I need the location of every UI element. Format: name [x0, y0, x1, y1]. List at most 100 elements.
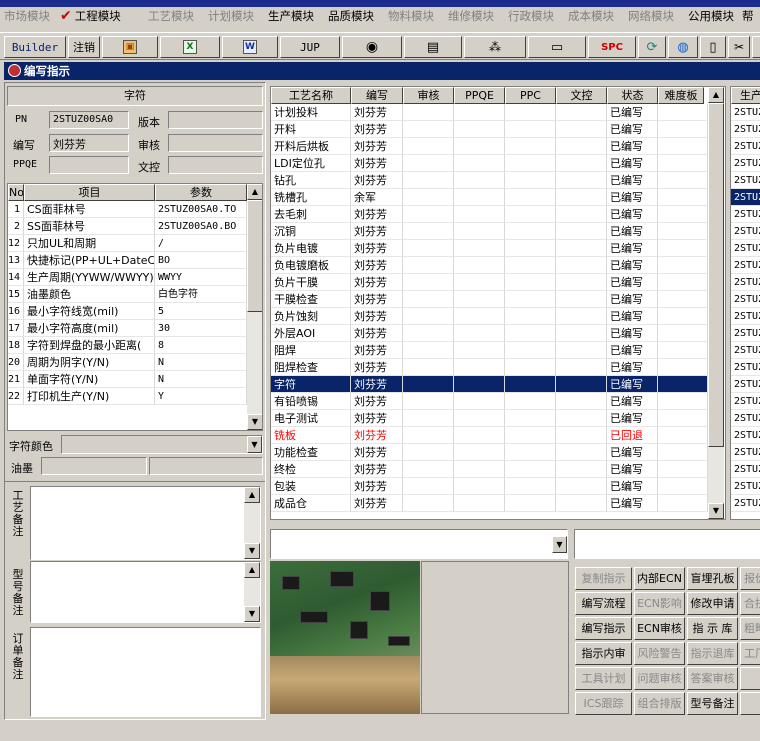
action-button[interactable]: 工具计划 [575, 667, 632, 690]
production-list-item[interactable]: 2STUZ [731, 478, 760, 495]
browser-button[interactable]: ◍ [668, 36, 698, 58]
production-list-header[interactable]: 生产 [731, 87, 760, 104]
action-button[interactable]: 指示内审 [575, 642, 632, 665]
menu-item[interactable]: 品质模块 [328, 8, 374, 24]
action-button[interactable]: 粗略 [740, 617, 760, 640]
process-notes-memo[interactable]: ▲ ▼ [30, 486, 261, 560]
chevron-down-icon[interactable]: ▼ [247, 436, 262, 453]
process-row[interactable]: 负片蚀刻 刘芬芳 已编写 [271, 308, 708, 325]
params-row[interactable]: 1 CS面菲林号 2STUZ00SA0.TO [8, 201, 247, 218]
process-header-ppc[interactable]: PPC [505, 87, 556, 104]
process-row[interactable]: 开料 刘芬芳 已编写 [271, 121, 708, 138]
production-list-item[interactable]: 2STUZ [731, 155, 760, 172]
process-row[interactable]: 有铅喷锡 刘芬芳 已编写 [271, 393, 708, 410]
production-list-item[interactable]: 2STUZ [731, 495, 760, 512]
process-header-control[interactable]: 文控 [556, 87, 607, 104]
ink-field[interactable] [41, 457, 147, 475]
menu-item[interactable]: 计划模块 [208, 8, 254, 24]
production-list-item[interactable]: 2STUZ [731, 393, 760, 410]
production-list-item[interactable]: 2STUZ [731, 308, 760, 325]
scroll-up-icon[interactable]: ▲ [247, 184, 262, 200]
production-list-item[interactable]: 2STUZ [731, 189, 760, 206]
action-button[interactable]: 编写流程 [575, 592, 632, 615]
action-button[interactable] [740, 692, 760, 715]
menu-item[interactable]: 市场模块 [4, 8, 50, 24]
production-list-item[interactable]: 2STUZ [731, 223, 760, 240]
scroll-down-icon[interactable]: ▼ [244, 543, 260, 559]
params-row[interactable]: 14 生产周期(YYWW/WWYY) WWYY [8, 269, 247, 286]
model-notes-scrollbar[interactable]: ▲ ▼ [244, 562, 260, 622]
scroll-down-icon[interactable]: ▼ [244, 606, 260, 622]
process-row[interactable]: 沉铜 刘芬芳 已编写 [271, 223, 708, 240]
production-list-item[interactable]: 2STUZ [731, 444, 760, 461]
scroll-up-icon[interactable]: ▲ [708, 87, 724, 103]
action-button[interactable]: 答案审核 [687, 667, 738, 690]
process-row[interactable]: 外层AOI 刘芬芳 已编写 [271, 325, 708, 342]
refresh-button[interactable]: ⟳ [638, 36, 666, 58]
process-row[interactable]: 计划投料 刘芬芳 已编写 [271, 104, 708, 121]
production-list-item[interactable]: 2STUZ [731, 342, 760, 359]
action-button[interactable]: 组合排版 [634, 692, 685, 715]
menu-item[interactable]: ✔ 工程模块 [60, 8, 121, 24]
process-row[interactable]: 电子测试 刘芬芳 已编写 [271, 410, 708, 427]
params-header-item[interactable]: 项目 [24, 184, 155, 201]
logout-button[interactable]: 注销 [68, 36, 100, 58]
params-row[interactable]: 13 快捷标记(PP+UL+DateCo BO [8, 252, 247, 269]
params-grid[interactable]: No 项目 参数 1 CS面菲林号 2STUZ00SA0.TO 2 SS面菲林号 2STU… [7, 183, 263, 431]
action-button[interactable]: 内部ECN [634, 567, 685, 590]
ppqe-field[interactable] [49, 156, 129, 174]
action-button[interactable]: 型号备注 [687, 692, 738, 715]
scroll-up-icon[interactable]: ▲ [244, 562, 260, 578]
process-header-ppqe[interactable]: PPQE [454, 87, 505, 104]
scroll-thumb[interactable] [247, 200, 262, 312]
menu-item[interactable]: 维修模块 [448, 8, 494, 24]
action-button[interactable]: ICS跟踪 [575, 692, 632, 715]
params-header-value[interactable]: 参数 [155, 184, 247, 201]
production-list-item[interactable]: 2STUZ [731, 257, 760, 274]
order-notes-memo[interactable] [30, 627, 261, 717]
process-scrollbar[interactable]: ▲ ▼ [708, 87, 724, 519]
process-row[interactable]: 负片干膜 刘芬芳 已编写 [271, 274, 708, 291]
production-list-item[interactable]: 2STUZ [731, 138, 760, 155]
process-notes-scrollbar[interactable]: ▲ ▼ [244, 487, 260, 559]
action-button[interactable]: 修改申请 [687, 592, 738, 615]
production-list-item[interactable]: 2STUZ [731, 206, 760, 223]
menu-item[interactable]: 成本模块 [568, 8, 614, 24]
process-header-name[interactable]: 工艺名称 [271, 87, 351, 104]
process-row[interactable]: 功能检查 刘芬芳 已编写 [271, 444, 708, 461]
params-row[interactable]: 16 最小字符线宽(mil) 5 [8, 303, 247, 320]
production-list-item[interactable]: 2STUZ [731, 359, 760, 376]
params-row[interactable]: 22 打印机生产(Y/N) Y [8, 388, 247, 405]
process-row[interactable]: 阻焊检查 刘芬芳 已编写 [271, 359, 708, 376]
menu-item[interactable]: 帮 [742, 8, 754, 24]
params-row[interactable]: 12 只加UL和周期 / [8, 235, 247, 252]
scroll-thumb[interactable] [708, 103, 724, 447]
production-list-item[interactable]: 2STUZ [731, 376, 760, 393]
action-button[interactable]: 指示退库 [687, 642, 738, 665]
pn-field[interactable]: 2STUZ00SA0 [49, 111, 129, 129]
scroll-down-icon[interactable]: ▼ [708, 503, 724, 519]
author-field[interactable]: 刘芬芳 [49, 134, 129, 152]
chevron-down-icon[interactable]: ▼ [552, 536, 567, 553]
production-list-item[interactable]: 2STUZ [731, 172, 760, 189]
model-notes-memo[interactable]: ▲ ▼ [30, 561, 261, 623]
production-list-item[interactable]: 2STUZ [731, 461, 760, 478]
production-list-item[interactable]: 2STUZ [731, 240, 760, 257]
action-button[interactable]: 问题审核 [634, 667, 685, 690]
action-button[interactable]: ECN审核 [634, 617, 685, 640]
control-field[interactable] [168, 156, 263, 174]
production-list-item[interactable]: 2STUZ [731, 410, 760, 427]
copy-button[interactable] [752, 36, 760, 58]
production-list[interactable]: 生产 2STUZ2STUZ2STUZ2STUZ2STUZ2STUZ2STUZ2S… [730, 86, 760, 520]
view-button[interactable]: ◉ [342, 36, 402, 58]
scroll-down-icon[interactable]: ▼ [247, 414, 262, 430]
menu-item[interactable]: 生产模块 [268, 8, 314, 24]
process-row[interactable]: 开料后烘板 刘芬芳 已编写 [271, 138, 708, 155]
action-button[interactable]: 合拼 [740, 592, 760, 615]
process-row[interactable]: 去毛刺 刘芬芳 已编写 [271, 206, 708, 223]
menu-item[interactable]: 网络模块 [628, 8, 674, 24]
params-row[interactable]: 21 单面字符(Y/N) N [8, 371, 247, 388]
process-row[interactable]: 阻焊 刘芬芳 已编写 [271, 342, 708, 359]
process-row[interactable]: 负片电镀 刘芬芳 已编写 [271, 240, 708, 257]
process-row[interactable]: 铣槽孔 余军 已编写 [271, 189, 708, 206]
